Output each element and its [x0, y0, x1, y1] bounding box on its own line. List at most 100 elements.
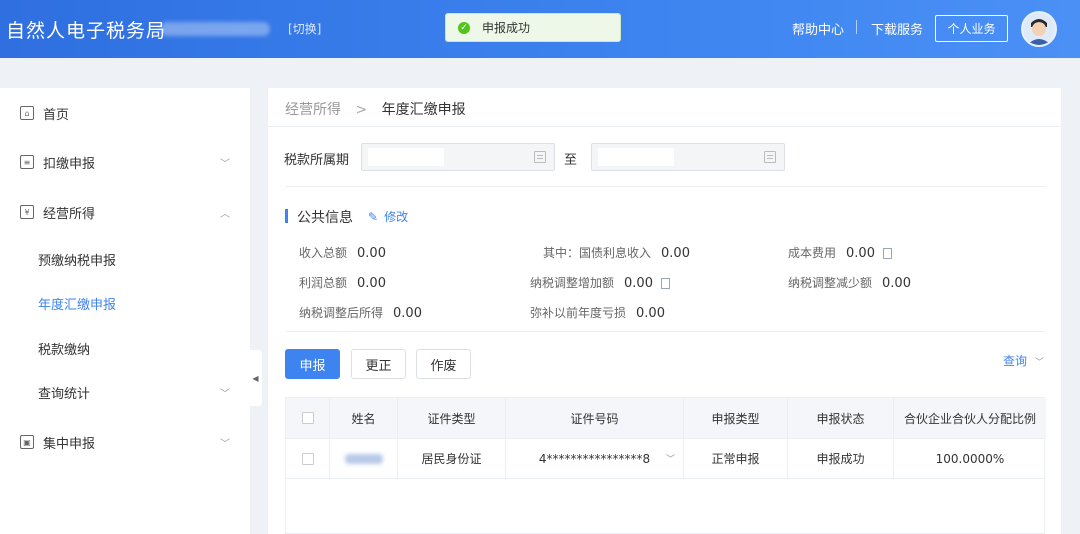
cell-id-type: 居民身份证	[398, 439, 506, 478]
field-value: 0.00	[357, 276, 386, 291]
download-link[interactable]: 下载服务	[871, 19, 923, 38]
masked-name	[344, 453, 383, 464]
sidebar-item-business-income[interactable]: ¥ 经营所得 ︿	[0, 198, 250, 226]
main-panel: 经营所得 > 年度汇缴申报 税款所属期 至 公共信息 ✎ 修改 收入总额 0.00 …	[268, 88, 1061, 534]
chevron-down-icon: ﹀	[220, 158, 230, 170]
sidebar-item-home[interactable]: ⌂ 首页	[0, 99, 250, 127]
column-header: 证件类型	[398, 398, 506, 438]
field-adjusted-income: 纳税调整后所得 0.00	[299, 304, 422, 321]
field-value: 0.00	[636, 306, 665, 321]
period-start-input[interactable]	[361, 143, 555, 171]
toast-text: 申报成功	[482, 21, 531, 35]
switch-link[interactable]: [切换]	[288, 20, 321, 37]
column-header: 申报类型	[684, 398, 788, 438]
sidebar-subitem-prepay[interactable]: 预缴纳税申报	[38, 250, 116, 269]
chevron-down-icon: ﹀	[1034, 358, 1044, 368]
field-value: 0.00	[357, 246, 386, 261]
select-all-cell	[286, 398, 330, 438]
field-bond-interest: 其中：国债利息收入 0.00	[543, 244, 690, 261]
divider	[268, 126, 1061, 127]
cell-id-number[interactable]: 4****************8 ﹀	[506, 439, 684, 478]
document-icon[interactable]	[882, 248, 892, 259]
table-header-row: 姓名 证件类型 证件号码 申报类型 申报状态 合伙企业合伙人分配比例	[286, 398, 1046, 439]
field-label: 其中：国债利息收入	[543, 246, 652, 260]
sidebar-item-withholding[interactable]: ≡ 扣缴申报 ﹀	[0, 148, 250, 176]
correct-button[interactable]: 更正	[351, 349, 406, 379]
field-cost: 成本费用 0.00	[788, 244, 892, 261]
chevron-down-icon: ﹀	[220, 438, 230, 450]
column-header: 姓名	[330, 398, 398, 438]
top-header: 自然人电子税务局 [切换] ✓ 申报成功 帮助中心 下载服务 个人业务	[0, 0, 1080, 58]
sidebar-item-label: 查询统计	[38, 386, 91, 402]
cell-name	[330, 439, 398, 478]
field-label: 纳税调整后所得	[299, 306, 384, 320]
edit-button[interactable]: ✎ 修改	[368, 208, 408, 225]
chevron-down-icon: ﹀	[665, 455, 675, 465]
field-value: 0.00	[624, 276, 653, 291]
row-select-cell	[286, 439, 330, 478]
pencil-icon: ✎	[368, 210, 379, 224]
sidebar-subitem-payment[interactable]: 税款缴纳	[38, 339, 90, 358]
field-value: 0.00	[661, 246, 690, 261]
sidebar-item-label: 集中申报	[43, 436, 96, 452]
field-label: 弥补以前年度亏损	[530, 306, 627, 320]
cell-status: 申报成功	[788, 439, 894, 478]
masked-user-name	[160, 22, 270, 36]
business-icon: ¥	[20, 205, 34, 219]
header-divider	[856, 20, 857, 34]
check-icon: ✓	[458, 21, 470, 34]
divider	[285, 186, 1045, 187]
batch-icon: ▣	[20, 435, 34, 449]
success-toast: ✓ 申报成功	[445, 13, 621, 42]
sidebar-collapse-toggle[interactable]: ◀	[249, 350, 262, 406]
sidebar-item-batch[interactable]: ▣ 集中申报 ﹀	[0, 428, 250, 456]
sidebar-subitem-annual[interactable]: 年度汇缴申报	[38, 294, 116, 313]
column-header: 申报状态	[788, 398, 894, 438]
document-icon[interactable]	[660, 278, 670, 289]
breadcrumb-current: 年度汇缴申报	[381, 102, 466, 118]
sidebar-item-label: 经营所得	[43, 206, 96, 222]
column-header: 合伙企业合伙人分配比例	[903, 411, 1036, 426]
sidebar-item-label: 扣缴申报	[43, 156, 96, 172]
sidebar-item-label: 首页	[43, 107, 70, 123]
table-row[interactable]: 居民身份证 4****************8 ﹀ 正常申报 申报成功 100…	[286, 439, 1046, 479]
field-prior-loss: 弥补以前年度亏损 0.00	[530, 304, 665, 321]
personal-business-button[interactable]: 个人业务	[935, 15, 1008, 42]
chevron-up-icon: ︿	[220, 208, 230, 220]
field-label: 利润总额	[299, 276, 348, 290]
app-title: 自然人电子税务局	[6, 20, 167, 42]
breadcrumb: 经营所得 > 年度汇缴申报	[285, 99, 466, 119]
sidebar-item-query-stats[interactable]: 查询统计 ﹀	[0, 378, 250, 406]
id-number-value: 4****************8	[538, 451, 651, 466]
query-toggle[interactable]: 查询 ﹀	[1003, 352, 1044, 369]
field-adjust-increase: 纳税调整增加额 0.00	[530, 274, 670, 291]
cell-ratio: 100.0000%	[935, 451, 1005, 466]
column-header: 证件号码	[506, 398, 684, 438]
period-label: 税款所属期	[284, 153, 350, 168]
sidebar: ⌂ 首页 ≡ 扣缴申报 ﹀ ¥ 经营所得 ︿ 预缴纳税申报 年度汇缴申报 税款缴…	[0, 88, 250, 534]
field-label: 纳税调整增加额	[530, 276, 615, 290]
field-adjust-decrease: 纳税调整减少额 0.00	[788, 274, 911, 291]
period-end-input[interactable]	[591, 143, 785, 171]
edit-label: 修改	[384, 210, 409, 224]
help-center-link[interactable]: 帮助中心	[792, 19, 844, 38]
declare-button[interactable]: 申报	[285, 349, 340, 379]
calendar-icon	[764, 151, 776, 163]
select-all-checkbox[interactable]	[301, 412, 314, 424]
field-value: 0.00	[882, 276, 911, 291]
breadcrumb-parent[interactable]: 经营所得	[285, 102, 341, 118]
to-label: 至	[564, 153, 578, 168]
field-label: 收入总额	[299, 246, 348, 260]
masked-value	[598, 148, 674, 166]
report-icon: ≡	[20, 155, 34, 169]
avatar[interactable]	[1021, 11, 1057, 47]
row-checkbox[interactable]	[301, 452, 314, 465]
field-total-income: 收入总额 0.00	[299, 244, 386, 261]
declaration-table: 姓名 证件类型 证件号码 申报类型 申报状态 合伙企业合伙人分配比例 居民身份证…	[285, 397, 1046, 534]
void-button[interactable]: 作废	[416, 349, 471, 379]
field-total-profit: 利润总额 0.00	[299, 274, 386, 291]
calendar-icon	[534, 151, 546, 163]
field-label: 成本费用	[788, 246, 837, 260]
section-marker	[285, 209, 288, 223]
cell-declare-type: 正常申报	[684, 439, 788, 478]
